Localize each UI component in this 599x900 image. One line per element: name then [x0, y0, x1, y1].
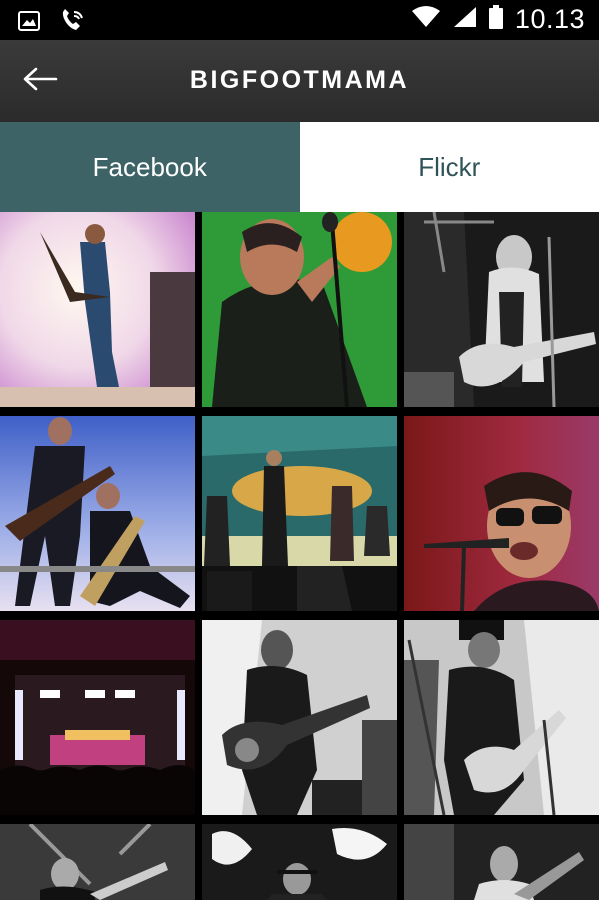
- photo-tile[interactable]: [202, 212, 397, 407]
- status-bar: 10.13: [0, 0, 599, 40]
- photo-tile[interactable]: [404, 824, 599, 900]
- photo-tile[interactable]: [0, 824, 195, 900]
- tab-facebook[interactable]: Facebook: [0, 122, 300, 212]
- photo-tile[interactable]: [404, 212, 599, 407]
- photo-tile[interactable]: [202, 824, 397, 900]
- photo-grid: [0, 212, 599, 900]
- tab-bar: Facebook Flickr: [0, 122, 599, 212]
- phone-wifi-icon: [58, 8, 86, 39]
- battery-icon: [488, 5, 503, 34]
- photo-tile[interactable]: [0, 212, 195, 407]
- image-icon: [18, 11, 40, 36]
- photo-tile[interactable]: [404, 620, 599, 815]
- tab-flickr[interactable]: Flickr: [299, 122, 599, 212]
- photo-tile[interactable]: [0, 620, 195, 815]
- photo-tile[interactable]: [202, 416, 397, 611]
- app-bar: BIGFOOTMAMA: [0, 40, 599, 122]
- clock: 10.13: [514, 4, 585, 34]
- photo-tile[interactable]: [0, 416, 195, 611]
- photo-tile[interactable]: [202, 620, 397, 815]
- app-title-logo: BIGFOOTMAMA: [189, 66, 410, 94]
- signal-icon: [453, 6, 477, 33]
- photo-tile[interactable]: [404, 416, 599, 611]
- wifi-icon: [411, 6, 441, 33]
